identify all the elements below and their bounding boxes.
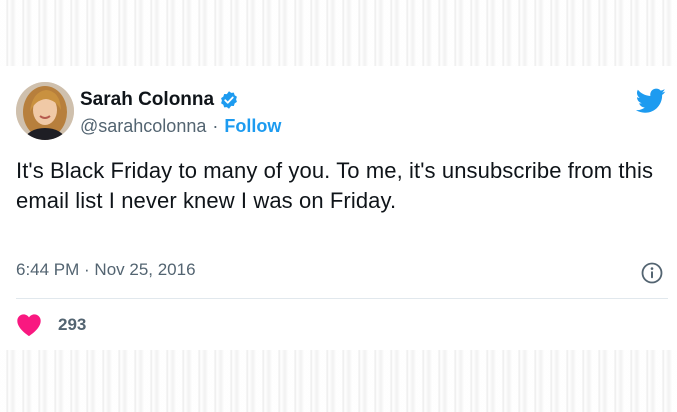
separator-dot: ·: [212, 115, 219, 136]
tweet-text: It's Black Friday to many of you. To me,…: [16, 158, 654, 213]
tweet-card: Sarah Colonna @sarahcolonna · Follow It'…: [0, 66, 677, 350]
tweet-timestamp[interactable]: 6:44 PM · Nov 25, 2016: [16, 260, 196, 280]
heart-icon: [16, 313, 42, 337]
author-handle[interactable]: @sarahcolonna: [80, 116, 206, 137]
like-button[interactable]: 293: [16, 312, 86, 338]
author-handle-line: @sarahcolonna · Follow: [80, 114, 281, 138]
like-count: 293: [58, 315, 87, 334]
author-name-line: Sarah Colonna: [80, 88, 239, 112]
author-display-name[interactable]: Sarah Colonna: [80, 89, 214, 111]
divider: [16, 298, 668, 299]
background-top-band: [0, 0, 677, 66]
follow-button[interactable]: Follow: [224, 116, 281, 137]
twitter-bird-icon[interactable]: [635, 88, 666, 114]
background-bottom-band: [0, 350, 677, 412]
info-icon[interactable]: [641, 262, 663, 284]
verified-badge-icon: [219, 90, 239, 110]
avatar[interactable]: [16, 82, 74, 140]
